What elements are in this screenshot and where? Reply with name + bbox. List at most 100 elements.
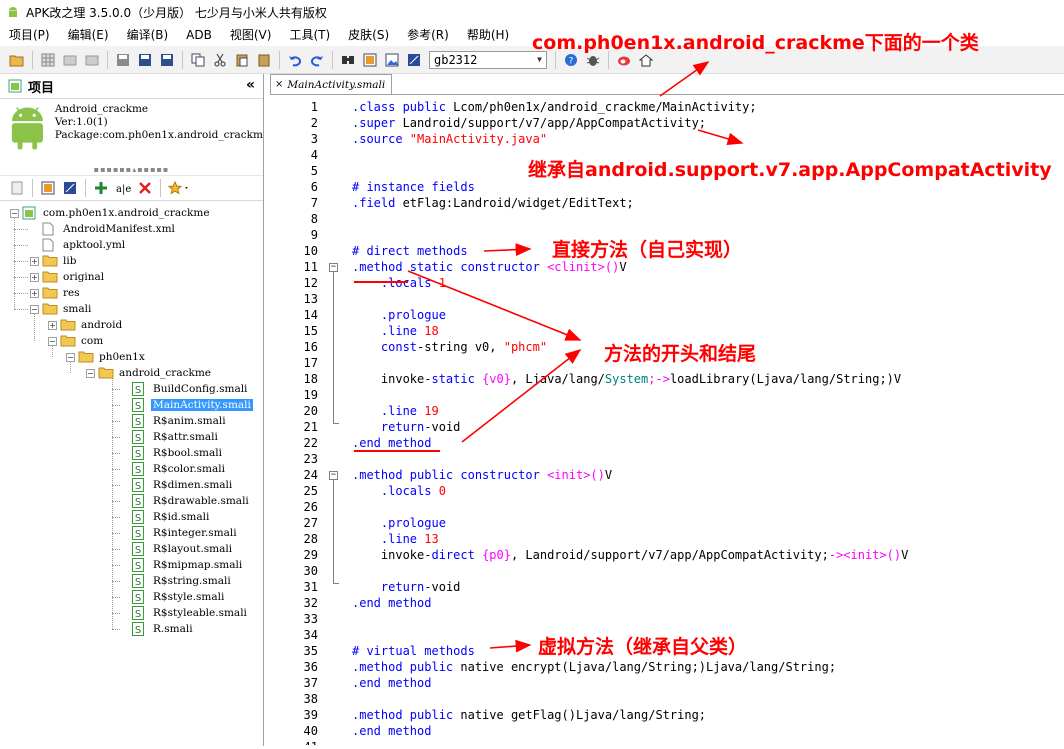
tree-item[interactable]: + res <box>30 285 82 301</box>
expand-icon[interactable]: + <box>30 256 39 266</box>
blueprint-icon[interactable] <box>405 51 423 69</box>
folder-icon <box>42 270 58 284</box>
close-icon[interactable]: × <box>275 79 283 90</box>
copy-icon[interactable] <box>189 51 207 69</box>
picture-icon[interactable] <box>383 51 401 69</box>
tree-item[interactable]: S R$id.smali <box>132 509 211 525</box>
properties-icon[interactable] <box>8 179 26 197</box>
image-icon[interactable] <box>361 51 379 69</box>
code-token: .prologue <box>380 516 446 530</box>
tree-item[interactable]: S R$bool.smali <box>132 445 224 461</box>
paste-icon[interactable] <box>233 51 251 69</box>
blueprint-icon[interactable] <box>61 179 79 197</box>
collapse-icon[interactable]: − <box>30 304 39 314</box>
line-number: 14 <box>303 308 318 322</box>
tree-item[interactable]: S R$dimen.smali <box>132 477 234 493</box>
tree-item[interactable]: S R$attr.smali <box>132 429 220 445</box>
tree-item[interactable]: S R$styleable.smali <box>132 605 249 621</box>
tree-item[interactable]: S R$color.smali <box>132 461 227 477</box>
save-as-icon[interactable] <box>158 51 176 69</box>
encoding-select[interactable]: gb2312 ▼ <box>429 50 547 69</box>
line-number: 15 <box>303 324 318 338</box>
line-number: 11 <box>303 260 318 274</box>
menu-item-6[interactable]: 皮肤(S) <box>339 24 398 46</box>
panel-splitter[interactable]: ▪▪▪▪▪▪▴▪▪▪▪▪ <box>0 163 263 175</box>
add-icon[interactable] <box>92 179 110 197</box>
line-number: 26 <box>303 500 318 514</box>
tree-item[interactable]: + original <box>30 269 106 285</box>
annotation-direct: 直接方法（自己实现） <box>552 239 743 261</box>
tree-item[interactable]: S R$string.smali <box>132 573 233 589</box>
tree-item[interactable]: S R$integer.smali <box>132 525 239 541</box>
tree-item-label: R.smali <box>153 623 193 635</box>
collapse-icon[interactable]: − <box>10 208 19 218</box>
undo-icon[interactable] <box>286 51 304 69</box>
tree-item[interactable]: − com <box>48 333 105 349</box>
build-icon[interactable] <box>61 51 79 69</box>
save-icon[interactable] <box>114 51 132 69</box>
tree-connector <box>112 485 120 486</box>
code-token: invoke- <box>352 372 432 386</box>
tree-item[interactable]: − ph0en1x <box>66 349 147 365</box>
tree-item[interactable]: apktool.yml <box>42 237 127 253</box>
menu-item-8[interactable]: 帮助(H) <box>458 24 518 46</box>
code-line: .method public native encrypt(Ljava/lang… <box>352 659 908 675</box>
line-number: 12 <box>303 276 318 290</box>
paste-special-icon[interactable] <box>255 51 273 69</box>
expand-icon[interactable]: + <box>48 320 57 330</box>
redo-icon[interactable] <box>308 51 326 69</box>
smali-file-icon: S <box>132 606 148 620</box>
tree-connector <box>14 293 28 294</box>
expand-icon[interactable]: + <box>30 272 39 282</box>
menu-item-4[interactable]: 视图(V) <box>221 24 281 46</box>
code-token: native encrypt(Ljava/lang/String;)Ljava/… <box>460 660 837 674</box>
expand-icon[interactable]: + <box>30 288 39 298</box>
tab-mainactivity[interactable]: × MainActivity.smali <box>270 74 393 94</box>
menu-item-3[interactable]: ADB <box>177 24 221 46</box>
image-icon[interactable] <box>39 179 57 197</box>
tree-item[interactable]: AndroidManifest.xml <box>42 221 177 237</box>
menu-item-7[interactable]: 参考(R) <box>398 24 458 46</box>
fold-toggle-icon[interactable]: − <box>329 471 338 480</box>
project-icon <box>8 79 22 93</box>
tree-item[interactable]: S MainActivity.smali <box>132 397 253 413</box>
tree-item[interactable]: + android <box>48 317 124 333</box>
menu-item-1[interactable]: 编辑(E) <box>59 24 118 46</box>
smali-file-icon: S <box>132 414 148 428</box>
tree-item[interactable]: S R$drawable.smali <box>132 493 251 509</box>
menu-item-2[interactable]: 编译(B) <box>118 24 178 46</box>
collapse-icon[interactable]: − <box>66 352 75 362</box>
package-icon[interactable] <box>83 51 101 69</box>
tree-item[interactable]: S R$style.smali <box>132 589 226 605</box>
tree-item[interactable]: S R.smali <box>132 621 195 637</box>
collapse-panel-button[interactable]: « <box>246 77 255 93</box>
tree-item[interactable]: − android_crackme <box>86 365 213 381</box>
tree-connector <box>14 277 28 278</box>
find-icon[interactable] <box>339 51 357 69</box>
rename-icon[interactable]: a|e <box>114 179 132 197</box>
tree-item[interactable]: S R$anim.smali <box>132 413 228 429</box>
collapse-icon[interactable]: − <box>48 336 57 346</box>
code-token: {p0} <box>482 548 511 562</box>
menu-item-5[interactable]: 工具(T) <box>280 24 339 46</box>
toolbar-separator <box>32 50 33 69</box>
tree-item[interactable]: S R$layout.smali <box>132 541 234 557</box>
cut-icon[interactable] <box>211 51 229 69</box>
tree-item[interactable]: S BuildConfig.smali <box>132 381 249 397</box>
collapse-icon[interactable]: − <box>86 368 95 378</box>
fold-toggle-icon[interactable]: − <box>329 263 338 272</box>
app-info-text: Android_crackme Ver:1.0(1) Package:com.ph0… <box>55 103 263 142</box>
open-folder-icon[interactable] <box>8 51 26 69</box>
grid-icon[interactable] <box>39 51 57 69</box>
tree-item[interactable]: + lib <box>30 253 78 269</box>
favorites-icon[interactable] <box>167 179 193 197</box>
tree-item[interactable]: − smali <box>30 301 93 317</box>
delete-icon[interactable] <box>136 179 154 197</box>
tree-item[interactable]: S R$mipmap.smali <box>132 557 244 573</box>
save-all-icon[interactable] <box>136 51 154 69</box>
code-token: .source <box>352 132 410 146</box>
tree-item[interactable]: − com.ph0en1x.android_crackme <box>10 205 212 221</box>
menu-item-0[interactable]: 项目(P) <box>0 24 59 46</box>
